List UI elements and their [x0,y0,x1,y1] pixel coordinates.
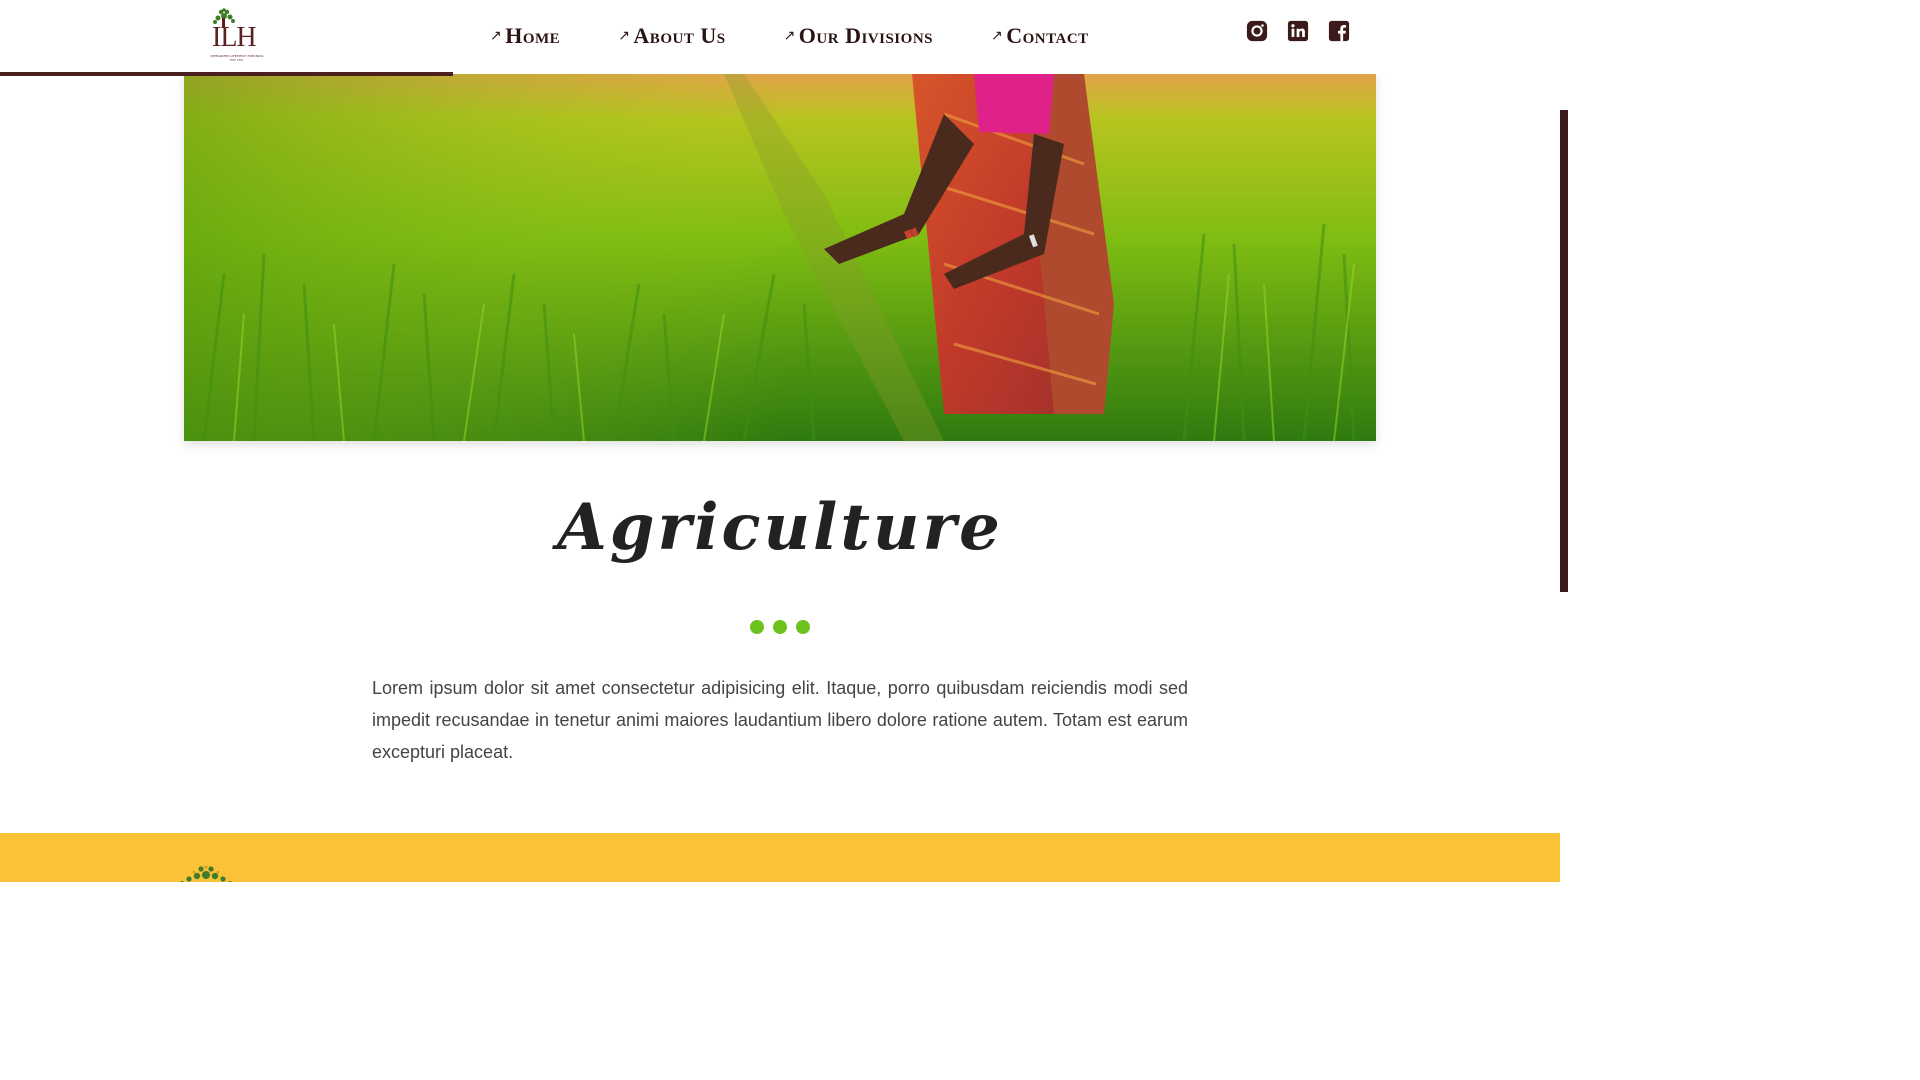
arrow-up-right-icon: ↗ [490,28,503,44]
hero-image [184,74,1376,441]
divider-dot [750,620,764,634]
nav-contact[interactable]: ↗ Contact [991,23,1089,49]
tree-logo-icon [180,865,232,882]
divider-dot [773,620,787,634]
nav-divisions-label: Our Divisions [798,23,933,48]
arrow-up-right-icon: ↗ [618,28,631,44]
page-title: Agriculture [557,490,1003,565]
site-logo[interactable]: ILH INTEGRATED LIFESTECH HUB INDIA PVT. … [204,8,268,66]
site-header: ILH INTEGRATED LIFESTECH HUB INDIA PVT. … [0,0,1560,74]
arrow-up-right-icon: ↗ [783,28,796,44]
logo-text: ILH [212,22,257,53]
title-divider [750,620,810,634]
nav-our-divisions[interactable]: ↗ Our Divisions [784,23,933,49]
nav-home-label: Home [505,23,561,48]
scrollbar-thumb[interactable] [1560,110,1568,592]
nav-home[interactable]: ↗ Home [490,23,560,49]
instagram-icon[interactable] [1246,20,1268,42]
page: ILH INTEGRATED LIFESTECH HUB INDIA PVT. … [0,0,1568,882]
logo-subtitle: INTEGRATED LIFESTECH HUB INDIA PVT. LTD. [210,54,264,62]
section-description: Lorem ipsum dolor sit amet consectetur a… [372,678,1188,762]
nav-contact-label: Contact [1006,23,1089,48]
arrow-up-right-icon: ↗ [991,28,1004,44]
nav-about-label: About Us [633,23,726,48]
main-nav: ↗ Home ↗ About Us ↗ Our Divisions ↗ Cont… [490,22,1089,50]
facebook-icon[interactable] [1328,20,1350,42]
social-links [1246,20,1350,42]
divider-dot [796,620,810,634]
site-footer [0,833,1560,882]
rice-field-image [184,74,1376,441]
scroll-progress-bar [0,72,453,76]
nav-about-us[interactable]: ↗ About Us [618,23,725,49]
linkedin-icon[interactable] [1287,20,1309,42]
